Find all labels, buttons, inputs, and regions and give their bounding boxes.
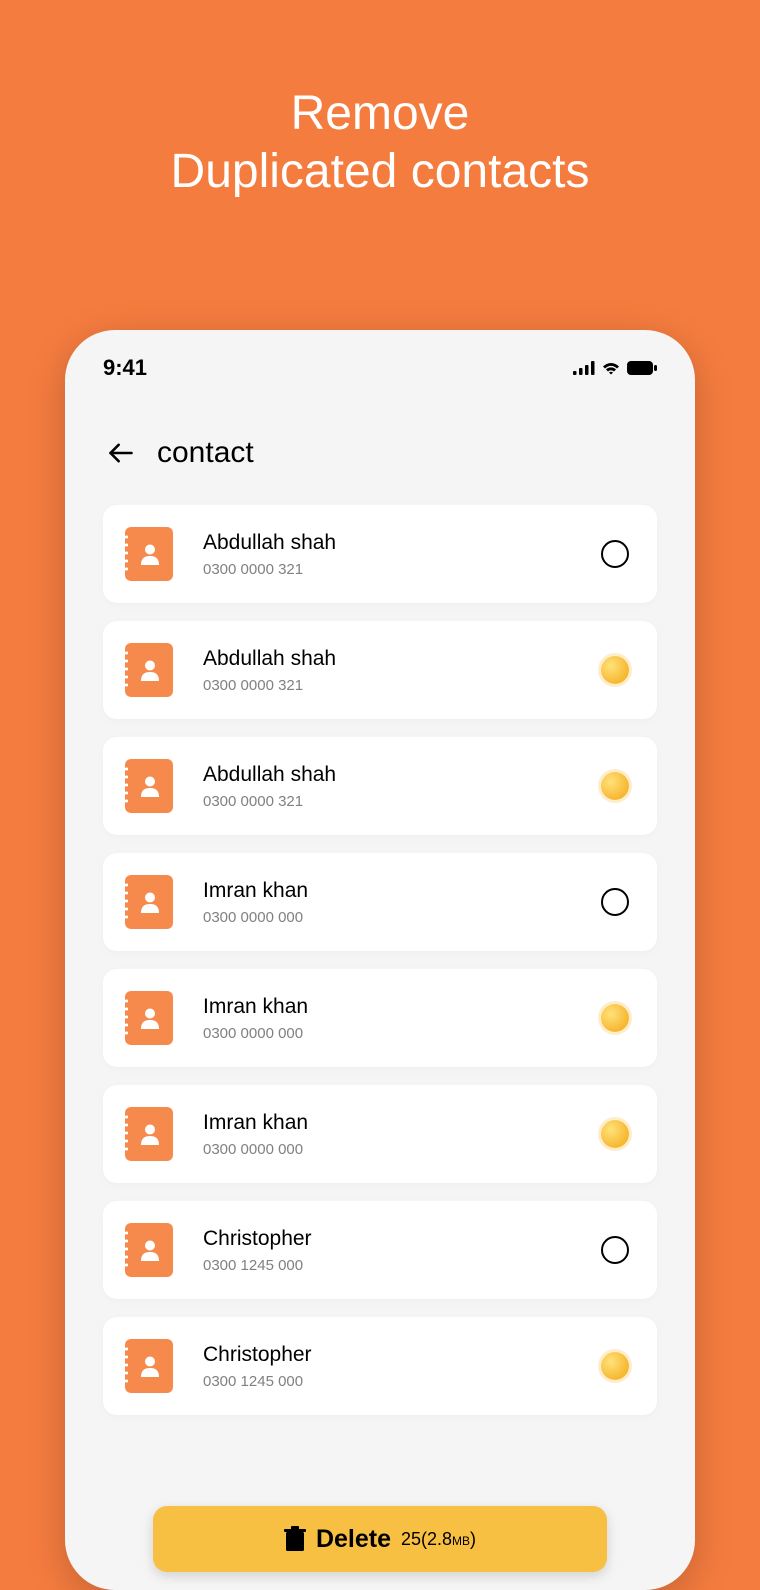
contact-book-icon xyxy=(125,759,173,813)
contact-info: Imran khan 0300 0000 000 xyxy=(203,1111,601,1158)
app-header: contact xyxy=(65,391,695,495)
contact-card[interactable]: Christopher 0300 1245 000 xyxy=(103,1317,657,1415)
contact-info: Abdullah shah 0300 0000 321 xyxy=(203,531,601,578)
promo-title: Remove Duplicated contacts xyxy=(0,0,760,200)
back-arrow-icon[interactable] xyxy=(107,439,135,467)
contact-name: Abdullah shah xyxy=(203,647,601,671)
phone-frame: 9:41 contact Abdullah shah0300 0000 321A… xyxy=(65,330,695,1590)
contact-name: Imran khan xyxy=(203,995,601,1019)
contact-info: Christopher 0300 1245 000 xyxy=(203,1227,601,1274)
delete-count: 25(2.8MB) xyxy=(401,1529,476,1550)
contact-info: Abdullah shah 0300 0000 321 xyxy=(203,647,601,694)
contact-book-icon xyxy=(125,991,173,1045)
contact-book-icon xyxy=(125,1223,173,1277)
contact-card[interactable]: Abdullah shah 0300 0000 321 xyxy=(103,505,657,603)
contact-book-icon xyxy=(125,1107,173,1161)
contact-book-icon xyxy=(125,1339,173,1393)
contact-phone: 0300 0000 321 xyxy=(203,793,601,810)
contact-name: Imran khan xyxy=(203,879,601,903)
battery-icon xyxy=(627,361,657,375)
trash-icon xyxy=(284,1526,306,1552)
contact-list: Abdullah shah 0300 0000 321 Abdullah shah 0… xyxy=(65,495,695,1415)
select-checkbox[interactable] xyxy=(601,772,629,800)
contact-book-icon xyxy=(125,527,173,581)
contact-name: Imran khan xyxy=(203,1111,601,1135)
contact-card[interactable]: Imran khan 0300 0000 000 xyxy=(103,969,657,1067)
contact-book-icon xyxy=(125,875,173,929)
select-checkbox[interactable] xyxy=(601,540,629,568)
promo-line1: Remove xyxy=(0,85,760,143)
contact-info: Imran khan 0300 0000 000 xyxy=(203,995,601,1042)
status-bar: 9:41 xyxy=(65,330,695,391)
select-checkbox[interactable] xyxy=(601,888,629,916)
contact-phone: 0300 0000 000 xyxy=(203,909,601,926)
select-checkbox[interactable] xyxy=(601,1236,629,1264)
promo-line2: Duplicated contacts xyxy=(0,143,760,201)
contact-phone: 0300 0000 000 xyxy=(203,1025,601,1042)
contact-book-icon xyxy=(125,643,173,697)
status-time: 9:41 xyxy=(103,355,147,381)
status-icons xyxy=(573,361,657,375)
contact-phone: 0300 1245 000 xyxy=(203,1373,601,1390)
contact-info: Imran khan 0300 0000 000 xyxy=(203,879,601,926)
contact-name: Christopher xyxy=(203,1227,601,1251)
contact-card[interactable]: Abdullah shah 0300 0000 321 xyxy=(103,737,657,835)
contact-phone: 0300 1245 000 xyxy=(203,1257,601,1274)
contact-info: Christopher 0300 1245 000 xyxy=(203,1343,601,1390)
wifi-icon xyxy=(601,361,621,375)
signal-icon xyxy=(573,361,595,375)
contact-info: Abdullah shah 0300 0000 321 xyxy=(203,763,601,810)
contact-phone: 0300 0000 000 xyxy=(203,1141,601,1158)
contact-phone: 0300 0000 321 xyxy=(203,561,601,578)
contact-name: Christopher xyxy=(203,1343,601,1367)
contact-card[interactable]: Imran khan 0300 0000 000 xyxy=(103,853,657,951)
contact-name: Abdullah shah xyxy=(203,763,601,787)
contact-phone: 0300 0000 321 xyxy=(203,677,601,694)
contact-card[interactable]: Abdullah shah 0300 0000 321 xyxy=(103,621,657,719)
select-checkbox[interactable] xyxy=(601,1004,629,1032)
page-title: contact xyxy=(157,436,254,470)
select-checkbox[interactable] xyxy=(601,1352,629,1380)
contact-name: Abdullah shah xyxy=(203,531,601,555)
delete-button[interactable]: Delete 25(2.8MB) xyxy=(153,1506,607,1572)
contact-card[interactable]: Imran khan 0300 0000 000 xyxy=(103,1085,657,1183)
select-checkbox[interactable] xyxy=(601,656,629,684)
contact-card[interactable]: Christopher 0300 1245 000 xyxy=(103,1201,657,1299)
select-checkbox[interactable] xyxy=(601,1120,629,1148)
delete-label: Delete xyxy=(316,1525,391,1554)
